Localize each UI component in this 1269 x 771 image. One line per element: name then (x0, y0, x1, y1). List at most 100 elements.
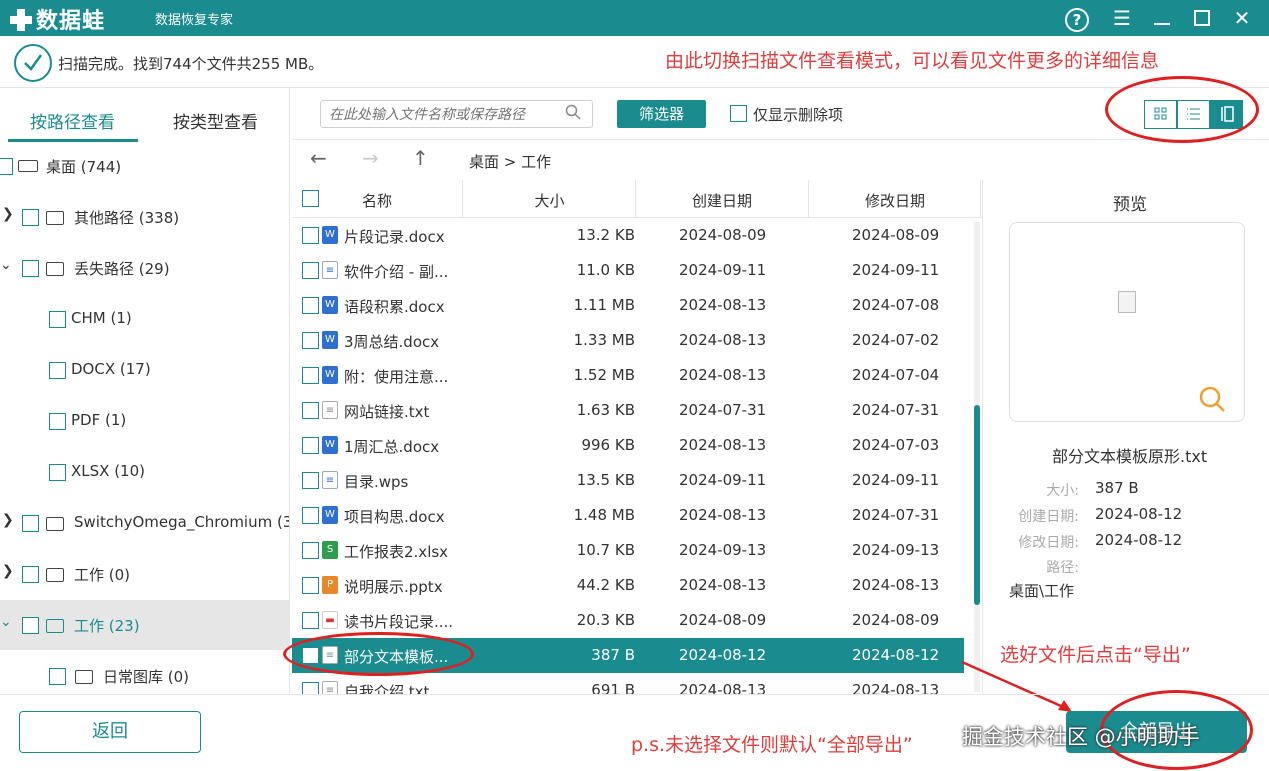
close-icon[interactable]: ✕ (1228, 4, 1256, 32)
checkbox[interactable] (22, 566, 39, 583)
cell-created: 2024-08-13 (679, 436, 767, 454)
tree-item-xlsx[interactable]: XLSX (10) (0, 447, 289, 497)
table-row[interactable]: ≡ 软件介绍 - 副... 11.0 KB 2024-09-11 2024-09-11 (292, 253, 964, 288)
tree-item-desktop[interactable]: 桌面 (744) (0, 141, 289, 191)
row-checkbox[interactable] (302, 332, 319, 349)
pdf-file-icon: ▬ (322, 611, 338, 629)
table-row[interactable]: W 语段积累.docx 1.11 MB 2024-08-13 2024-07-08 (292, 288, 964, 323)
cell-created: 2024-08-13 (679, 366, 767, 384)
checkbox[interactable] (49, 668, 66, 685)
menu-icon[interactable]: ☰ (1108, 4, 1136, 32)
cell-size: 387 B (591, 646, 635, 664)
row-checkbox[interactable] (302, 297, 319, 314)
search-input[interactable] (320, 100, 593, 128)
annotation-oval-selected-file (283, 632, 474, 676)
checkbox[interactable] (49, 311, 66, 328)
table-row[interactable]: P 说明展示.pptx 44.2 KB 2024-08-13 2024-08-13 (292, 568, 964, 603)
checkbox[interactable] (22, 515, 39, 532)
column-size[interactable]: 大小 (507, 190, 592, 211)
only-deleted-checkbox[interactable] (730, 105, 747, 122)
checkbox[interactable] (49, 464, 66, 481)
row-checkbox[interactable] (302, 542, 319, 559)
cell-name: 1周汇总.docx (344, 438, 440, 456)
row-checkbox[interactable] (302, 612, 319, 629)
table-row[interactable]: S 工作报表2.xlsx 10.7 KB 2024-09-13 2024-09-13 (292, 533, 964, 568)
tab-by-type[interactable]: 按类型查看 (173, 108, 258, 133)
table-row[interactable]: W 片段记录.docx 13.2 KB 2024-08-09 2024-08-09 (292, 218, 964, 253)
checkbox[interactable] (0, 158, 13, 175)
tab-by-path[interactable]: 按路径查看 (30, 108, 115, 133)
app-logo: 数据蛙 (10, 3, 105, 35)
table-row[interactable]: W 项目构思.docx 1.48 MB 2024-08-13 2024-07-31 (292, 498, 964, 533)
column-modified[interactable]: 修改日期 (845, 190, 945, 211)
row-checkbox[interactable] (302, 402, 319, 419)
tree-item-chm[interactable]: CHM (1) (0, 294, 289, 344)
cell-created: 2024-08-13 (679, 296, 767, 314)
checkbox[interactable] (22, 617, 39, 634)
chevron-right-icon[interactable]: ❯ (2, 563, 14, 579)
tree-item-switchyomega[interactable]: ❯ SwitchyOmega_Chromium (3 (0, 498, 289, 548)
tree-item-work-selected[interactable]: ⌄ 工作 (23) (0, 600, 289, 650)
folder-icon (75, 670, 93, 684)
tree-item-other-paths[interactable]: ❯ 其他路径 (338) (0, 192, 289, 242)
table-row[interactable]: ≡ 网站链接.txt 1.63 KB 2024-07-31 2024-07-31 (292, 393, 964, 428)
minimize-icon[interactable] (1148, 4, 1176, 32)
table-row[interactable]: W 3周总结.docx 1.33 MB 2024-08-13 2024-07-02 (292, 323, 964, 358)
row-checkbox[interactable] (302, 367, 319, 384)
chevron-down-icon[interactable]: ⌄ (0, 614, 12, 630)
cell-modified: 2024-08-09 (852, 611, 940, 629)
cell-created: 2024-07-31 (679, 401, 767, 419)
chevron-right-icon[interactable]: ❯ (2, 512, 14, 528)
tree-item-label: 其他路径 (338) (74, 209, 180, 227)
row-checkbox[interactable] (302, 507, 319, 524)
zoom-icon[interactable] (1198, 385, 1226, 417)
tree-item-docx[interactable]: DOCX (17) (0, 345, 289, 395)
folder-icon (46, 262, 64, 276)
check-circle-icon (14, 44, 52, 82)
cell-name: 网站链接.txt (344, 403, 430, 421)
tree-item-lost-paths[interactable]: ⌄ 丢失路径 (29) (0, 243, 289, 293)
cell-size: 1.11 MB (573, 296, 635, 314)
tree-item-pdf[interactable]: PDF (1) (0, 396, 289, 446)
row-checkbox[interactable] (302, 262, 319, 279)
preview-path-value: 桌面\工作 (1009, 582, 1075, 600)
row-checkbox[interactable] (302, 682, 319, 694)
up-arrow-icon[interactable]: ↑ (412, 146, 429, 170)
checkbox[interactable] (49, 413, 66, 430)
scrollbar-thumb[interactable] (974, 405, 980, 605)
back-arrow-icon[interactable]: ← (310, 146, 327, 170)
tree-item-work-empty[interactable]: ❯ 工作 (0) (0, 549, 289, 599)
left-panel: 按路径查看 按类型查看 桌面 (744) ❯ 其他路径 (338) ⌄ 丢失路径… (0, 88, 290, 694)
tree-item-daily-gallery[interactable]: 日常图库 (0) (0, 651, 289, 694)
txt-file-icon: ≡ (322, 401, 338, 419)
select-all-checkbox[interactable] (302, 190, 319, 207)
maximize-icon[interactable] (1188, 4, 1216, 32)
table-row[interactable]: W 附：使用注意... 1.52 MB 2024-08-13 2024-07-04 (292, 358, 964, 393)
table-row[interactable]: ≡ 自我介绍.txt 691 B 2024-08-13 2024-08-13 (292, 673, 964, 694)
chevron-right-icon[interactable]: ❯ (2, 206, 14, 222)
search-icon[interactable] (565, 104, 581, 120)
annotation-view-mode: 由此切换扫描文件查看模式，可以看见文件更多的详细信息 (665, 50, 1160, 72)
cell-created: 2024-08-13 (679, 576, 767, 594)
table-row[interactable]: ≡ 目录.wps 13.5 KB 2024-09-11 2024-09-11 (292, 463, 964, 498)
filter-button[interactable]: 筛选器 (617, 100, 706, 128)
tree-item-label: 桌面 (744) (46, 158, 122, 176)
table-row[interactable]: W 1周汇总.docx 996 KB 2024-08-13 2024-07-03 (292, 428, 964, 463)
help-icon[interactable]: ? (1063, 4, 1091, 32)
row-checkbox[interactable] (302, 227, 319, 244)
forward-arrow-icon[interactable]: → (362, 146, 379, 170)
cell-name: 片段记录.docx (344, 228, 445, 246)
drive-icon (18, 160, 38, 172)
chevron-down-icon[interactable]: ⌄ (0, 257, 12, 273)
checkbox[interactable] (49, 362, 66, 379)
column-created[interactable]: 创建日期 (672, 190, 772, 211)
tree-item-label: 丢失路径 (29) (74, 260, 170, 278)
row-checkbox[interactable] (302, 437, 319, 454)
column-name[interactable]: 名称 (332, 190, 422, 211)
preview-panel: 预览 部分文本模板原形.txt 大小: 387 B 创建日期: 2024-08-… (982, 180, 1269, 694)
back-button[interactable]: 返回 (19, 711, 201, 753)
row-checkbox[interactable] (302, 577, 319, 594)
row-checkbox[interactable] (302, 472, 319, 489)
checkbox[interactable] (22, 260, 39, 277)
checkbox[interactable] (22, 209, 39, 226)
